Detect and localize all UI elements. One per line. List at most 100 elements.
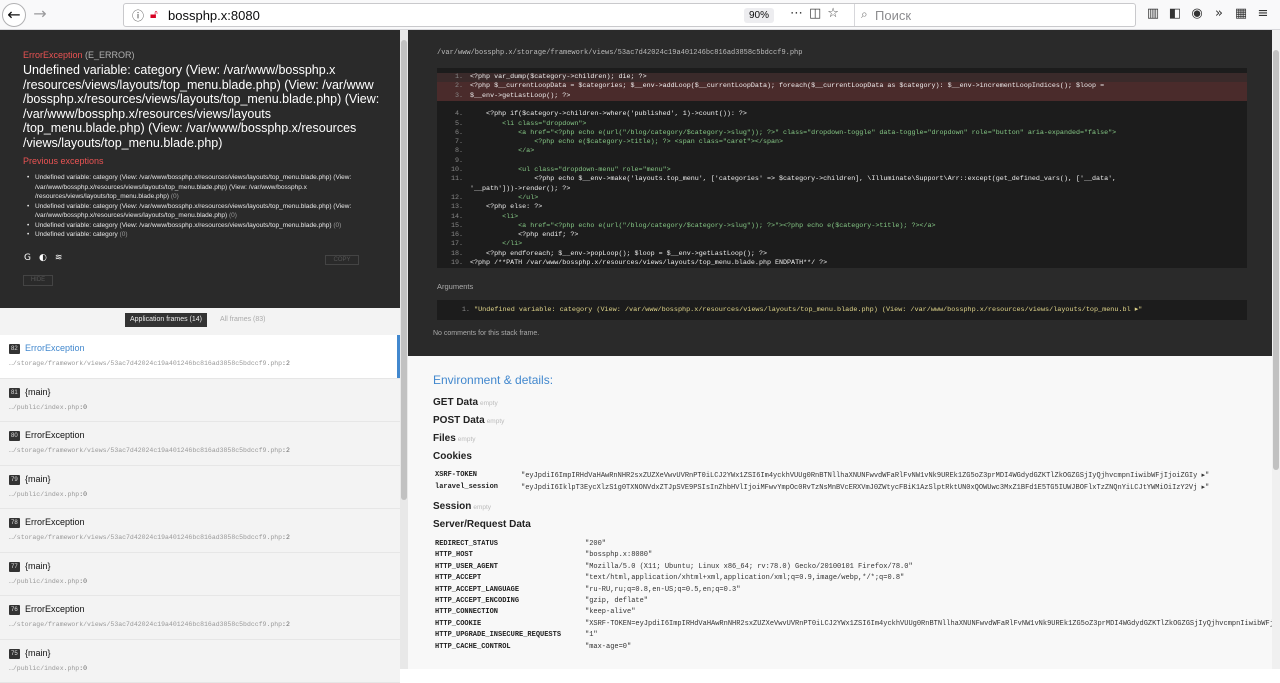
code-line: 17. </li>: [437, 240, 1247, 249]
stack-frame[interactable]: 79{main}…/public/index.php:0: [0, 466, 400, 510]
previous-exception-count: (0): [333, 222, 341, 229]
sidebar-icon[interactable]: ◧: [1164, 6, 1186, 21]
address-bar[interactable]: ⓘ 🔓︎ bossphp.x:8080 90% ⋯◫☆ ⌕ Поиск: [123, 3, 1136, 27]
exception-class-name: ErrorException: [23, 50, 83, 60]
code-line-number: 15.: [437, 222, 463, 231]
stack-frame[interactable]: 77{main}…/public/index.php:0: [0, 553, 400, 597]
stack-frame[interactable]: 78ErrorException…/storage/framework/view…: [0, 509, 400, 553]
code-line-number: 5.: [437, 120, 463, 129]
cookies-title: Cookies: [433, 451, 472, 462]
insecure-lock-icon[interactable]: 🔓︎: [150, 7, 158, 22]
stack-frame[interactable]: 81{main}…/public/index.php:0: [0, 379, 400, 423]
extensions-icon[interactable]: ▦: [1230, 6, 1252, 21]
left-scrollbar-thumb[interactable]: [401, 40, 407, 500]
stack-frame[interactable]: 82ErrorException…/storage/framework/view…: [0, 335, 400, 379]
right-scrollbar[interactable]: [1272, 30, 1280, 669]
zoom-level[interactable]: 90%: [744, 8, 774, 23]
post-data-title: POST Data: [433, 415, 485, 426]
tab-application-frames[interactable]: Application frames (14): [125, 313, 207, 327]
kv-value: "Mozilla/5.0 (X11; Ubuntu; Linux x86_64;…: [585, 563, 913, 571]
page-actions: ⋯◫☆: [790, 6, 845, 21]
previous-exception-count: (0): [120, 231, 128, 238]
search-icon: ⌕: [861, 7, 868, 22]
empty-label: empty: [473, 504, 491, 511]
code-line-text: <?php echo $__env->make('layouts.top_men…: [470, 175, 1116, 183]
previous-exception-item[interactable]: Undefined variable: category (View: /var…: [27, 173, 382, 202]
code-line-number: 18.: [437, 250, 463, 259]
right-scrollbar-thumb[interactable]: [1273, 50, 1279, 470]
library-icon[interactable]: ▥: [1142, 6, 1164, 21]
kv-key: HTTP_UPGRADE_INSECURE_REQUESTS: [435, 631, 561, 639]
more-actions-icon[interactable]: ⋯: [790, 6, 809, 21]
kv-value: "bossphp.x:8080": [585, 551, 652, 559]
code-line-text: <?php echo e($category->title); ?> <span…: [470, 138, 783, 146]
duckduckgo-icon[interactable]: ◐: [39, 253, 55, 263]
previous-exception-item[interactable]: Undefined variable: category (View: /var…: [27, 202, 382, 221]
argument-row[interactable]: 1."Undefined variable: category (View: /…: [437, 300, 1247, 320]
code-line-number: 11.: [437, 175, 463, 184]
code-line: 12. </ul>: [437, 194, 1247, 203]
post-data-section: POST Dataempty: [433, 415, 504, 426]
env-title: Environment & details:: [433, 373, 553, 387]
kv-key: laravel_session: [435, 483, 498, 491]
frame-line: :0: [79, 665, 87, 672]
code-line: 14. <li>: [437, 213, 1247, 222]
frame-file-path: …/storage/framework/views/53ac7d42024c19…: [9, 534, 282, 541]
code-line: 10. <ul class="dropdown-menu" role="menu…: [437, 166, 1247, 175]
bookmark-star-icon[interactable]: ☆: [827, 6, 845, 21]
code-line: 18. <?php endforeach; $__env->popLoop();…: [437, 250, 1247, 259]
stack-frame[interactable]: 80ErrorException…/storage/framework/view…: [0, 422, 400, 466]
previous-exception-text: Undefined variable: category (View: /var…: [35, 222, 333, 229]
kv-key: HTTP_ACCEPT: [435, 574, 481, 582]
frame-class: {main}: [25, 387, 51, 397]
forward-button[interactable]: →: [28, 3, 52, 27]
hide-button[interactable]: HIDE: [23, 275, 53, 286]
server-data-title: Server/Request Data: [433, 519, 531, 530]
back-button[interactable]: ←: [2, 3, 26, 27]
frame-line: :2: [282, 360, 290, 367]
code-line: 8. </a>: [437, 147, 1247, 156]
frame-index: 81: [9, 388, 20, 398]
left-scrollbar[interactable]: [400, 30, 408, 669]
tab-all-frames[interactable]: All frames (83): [215, 313, 271, 327]
previous-exceptions-title: Previous exceptions: [23, 156, 104, 166]
code-line: '__path']))->render(); ?>: [437, 185, 1247, 194]
google-icon[interactable]: G: [24, 253, 39, 263]
code-line: [437, 101, 1247, 110]
frame-index: 80: [9, 431, 20, 441]
kv-value: "1": [585, 631, 598, 639]
info-icon[interactable]: ⓘ: [132, 7, 144, 24]
frame-file-path: …/public/index.php: [9, 665, 79, 672]
code-line-text: '__path']))->render(); ?>: [470, 185, 570, 193]
code-line-number: 14.: [437, 213, 463, 222]
exception-message: Undefined variable: category (View: /var…: [23, 63, 388, 150]
pocket-icon[interactable]: ◫: [809, 6, 827, 21]
code-line-text: <li class="dropdown">: [470, 120, 586, 128]
files-section: Filesempty: [433, 433, 476, 444]
previous-exception-item[interactable]: Undefined variable: category (View: /var…: [27, 221, 382, 231]
get-data-title: GET Data: [433, 397, 478, 408]
account-icon[interactable]: ◉: [1186, 6, 1208, 21]
copy-button[interactable]: COPY: [325, 255, 359, 265]
previous-exception-item[interactable]: Undefined variable: category (0): [27, 230, 382, 240]
frame-file-path: …/storage/framework/views/53ac7d42024c19…: [9, 360, 282, 367]
code-line: 1.<?php var_dump($category->children); d…: [437, 73, 1247, 82]
code-line-text: <?php endforeach; $__env->popLoop(); $lo…: [470, 250, 767, 258]
code-panel: /var/www/bossphp.x/storage/framework/vie…: [408, 30, 1272, 356]
search-box[interactable]: ⌕ Поиск: [854, 4, 1136, 26]
kv-value: "gzip, deflate": [585, 597, 648, 605]
stackoverflow-icon[interactable]: ≋: [55, 253, 71, 263]
stack-frame[interactable]: 75{main}…/public/index.php:0: [0, 640, 400, 683]
frames-tabs: Application frames (14) All frames (83): [0, 308, 400, 334]
code-line-text: $__env->getLastLoop(); ?>: [470, 92, 570, 100]
frame-index: 77: [9, 562, 20, 572]
code-line: 6. <a href="<?php echo e(url("/blog/cate…: [437, 129, 1247, 138]
overflow-chevron-icon[interactable]: »: [1208, 6, 1230, 21]
frame-file-path: …/public/index.php: [9, 491, 79, 498]
url-text[interactable]: bossphp.x:8080: [168, 8, 260, 23]
previous-exception-count: (0): [171, 193, 179, 200]
stack-frame[interactable]: 76ErrorException…/storage/framework/view…: [0, 596, 400, 640]
frame-line: :2: [282, 447, 290, 454]
menu-icon[interactable]: ≡: [1252, 6, 1274, 21]
code-line: 7. <?php echo e($category->title); ?> <s…: [437, 138, 1247, 147]
